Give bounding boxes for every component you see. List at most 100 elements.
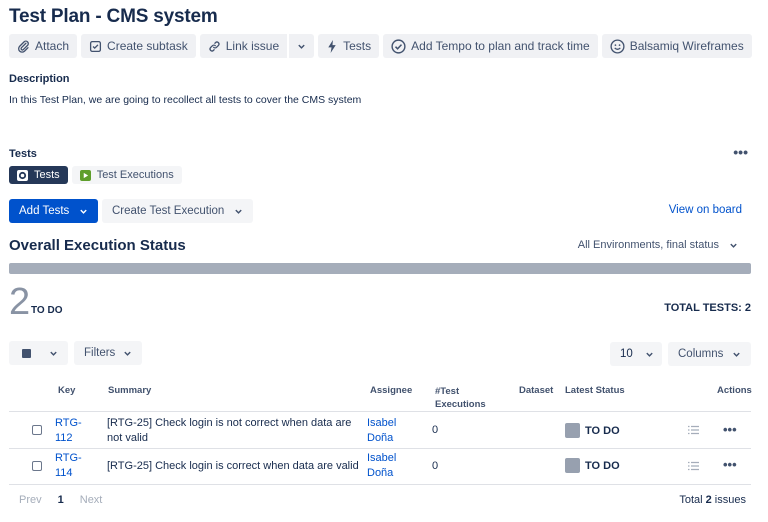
link-issue-dropdown-button[interactable] (289, 34, 315, 58)
total-tests-label: TOTAL TESTS: 2 (664, 302, 751, 314)
column-header-summary[interactable]: Summary (108, 385, 151, 396)
issue-key-link[interactable]: RTG- 114 (55, 451, 82, 481)
link-issue-button[interactable]: Link issue (199, 34, 288, 58)
add-tests-label: Add Tests (19, 205, 70, 217)
issue-toolbar: Attach Create subtask Link issue Tests A… (9, 34, 752, 58)
check-circle-icon (391, 38, 406, 54)
row-actions-more-icon[interactable]: ••• (723, 457, 737, 472)
environment-filter-label: All Environments, final status (577, 239, 719, 251)
column-header-test-executions[interactable]: #Test Executions (435, 385, 495, 411)
attach-label: Attach (35, 39, 70, 53)
smiley-icon (610, 38, 625, 54)
summary-line: [RTG-25] Check login is correct when dat… (107, 460, 359, 472)
assignee-link[interactable]: Isabel Doña (367, 416, 396, 446)
create-test-execution-button[interactable]: Create Test Execution (102, 199, 254, 223)
latest-status-chip: TO DO (565, 423, 620, 438)
latest-status-chip: TO DO (565, 458, 620, 473)
total-suffix: issues (711, 494, 746, 506)
assignee-line: Doña (367, 432, 394, 444)
execution-progress-bar (9, 263, 751, 274)
row-checkbox[interactable] (32, 461, 42, 471)
issue-key-part: RTG- (55, 417, 82, 429)
test-execution-icon (79, 169, 91, 181)
list-icon[interactable] (688, 425, 699, 438)
page-size-value: 10 (620, 348, 633, 360)
issue-summary[interactable]: [RTG-25] Check login is correct when dat… (107, 459, 362, 474)
assignee-line: Isabel (367, 417, 397, 429)
tab-test-executions-label: Test Executions (96, 169, 174, 181)
tests-more-menu-button[interactable]: ••• (733, 144, 748, 160)
issue-key-link[interactable]: RTG- 112 (55, 416, 82, 446)
page-size-select[interactable]: 10 (610, 342, 662, 366)
current-page[interactable]: 1 (58, 494, 64, 506)
chevron-down-icon (297, 42, 306, 51)
view-on-board-link[interactable]: View on board (669, 204, 742, 216)
issue-summary[interactable]: [RTG-25] Check login is not correct when… (107, 416, 362, 446)
summary-line: not valid (107, 432, 148, 444)
test-executions-count: 0 (432, 460, 439, 472)
columns-button[interactable]: Columns (668, 342, 751, 366)
create-subtask-button[interactable]: Create subtask (81, 34, 196, 58)
next-page-button[interactable]: Next (80, 494, 103, 506)
bulk-select-dropdown[interactable] (9, 341, 68, 365)
row-divider (9, 484, 751, 485)
columns-label: Columns (678, 348, 724, 360)
attach-button[interactable]: Attach (9, 34, 78, 58)
status-color-square (565, 458, 580, 473)
add-tests-button[interactable]: Add Tests (9, 199, 99, 223)
latest-status-label: TO DO (585, 459, 620, 472)
chevron-down-icon (79, 207, 88, 216)
total-issues-label: Total 2 issues (679, 494, 746, 506)
tab-tests-label: Tests (34, 169, 60, 181)
environment-filter-dropdown[interactable]: All Environments, final status (578, 239, 738, 251)
column-header-latest-status[interactable]: Latest Status (565, 385, 625, 396)
tests-button[interactable]: Tests (318, 34, 380, 58)
select-all-checkbox[interactable] (22, 348, 31, 358)
lightning-icon (326, 39, 338, 53)
chevron-down-icon (234, 207, 243, 216)
chevron-down-icon (645, 350, 654, 359)
status-color-square (565, 423, 580, 438)
assignee-line: Isabel (367, 452, 397, 464)
prev-page-button[interactable]: Prev (19, 494, 42, 506)
tests-label: Tests (343, 39, 372, 53)
description-text[interactable]: In this Test Plan, we are going to recol… (9, 94, 361, 106)
tab-test-executions[interactable]: Test Executions (71, 166, 182, 184)
tests-tabs: Tests Test Executions (9, 166, 182, 184)
assignee-line: Doña (367, 467, 394, 479)
row-checkbox[interactable] (32, 425, 42, 435)
table-header-divider (9, 411, 751, 412)
chevron-down-icon (123, 349, 132, 358)
test-icon (17, 169, 28, 181)
subtask-icon (89, 40, 102, 53)
latest-status-label: TO DO (585, 424, 620, 437)
chevron-down-icon (49, 349, 58, 358)
column-header-actions: Actions (717, 385, 752, 396)
total-prefix: Total (679, 494, 706, 506)
chevron-down-icon (729, 241, 738, 250)
filters-label: Filters (84, 347, 116, 359)
assignee-link[interactable]: Isabel Doña (367, 451, 396, 481)
issue-key-part: 112 (55, 432, 73, 444)
balsamiq-label: Balsamiq Wireframes (629, 39, 744, 53)
column-header-assignee[interactable]: Assignee (370, 385, 412, 396)
issue-title: Test Plan - CMS system (9, 6, 218, 27)
create-subtask-label: Create subtask (107, 39, 188, 53)
tests-section-heading: Tests (9, 148, 37, 160)
balsamiq-button[interactable]: Balsamiq Wireframes (601, 34, 752, 58)
description-heading: Description (9, 73, 70, 85)
list-icon[interactable] (688, 461, 699, 474)
tab-tests[interactable]: Tests (9, 166, 68, 184)
progress-todo-segment (9, 263, 751, 274)
link-issue-label: Link issue (225, 39, 280, 53)
todo-count: 2 (9, 281, 31, 323)
overall-execution-status-heading: Overall Execution Status (9, 237, 186, 254)
filters-button[interactable]: Filters (74, 341, 143, 365)
column-header-key[interactable]: Key (58, 385, 75, 396)
row-actions-more-icon[interactable]: ••• (723, 422, 737, 437)
summary-line: [RTG-25] Check login is not correct when… (107, 417, 352, 429)
test-executions-count: 0 (432, 424, 439, 436)
add-tempo-button[interactable]: Add Tempo to plan and track time (383, 34, 598, 58)
issue-key-part: 114 (55, 467, 73, 479)
column-header-dataset[interactable]: Dataset (519, 385, 553, 396)
